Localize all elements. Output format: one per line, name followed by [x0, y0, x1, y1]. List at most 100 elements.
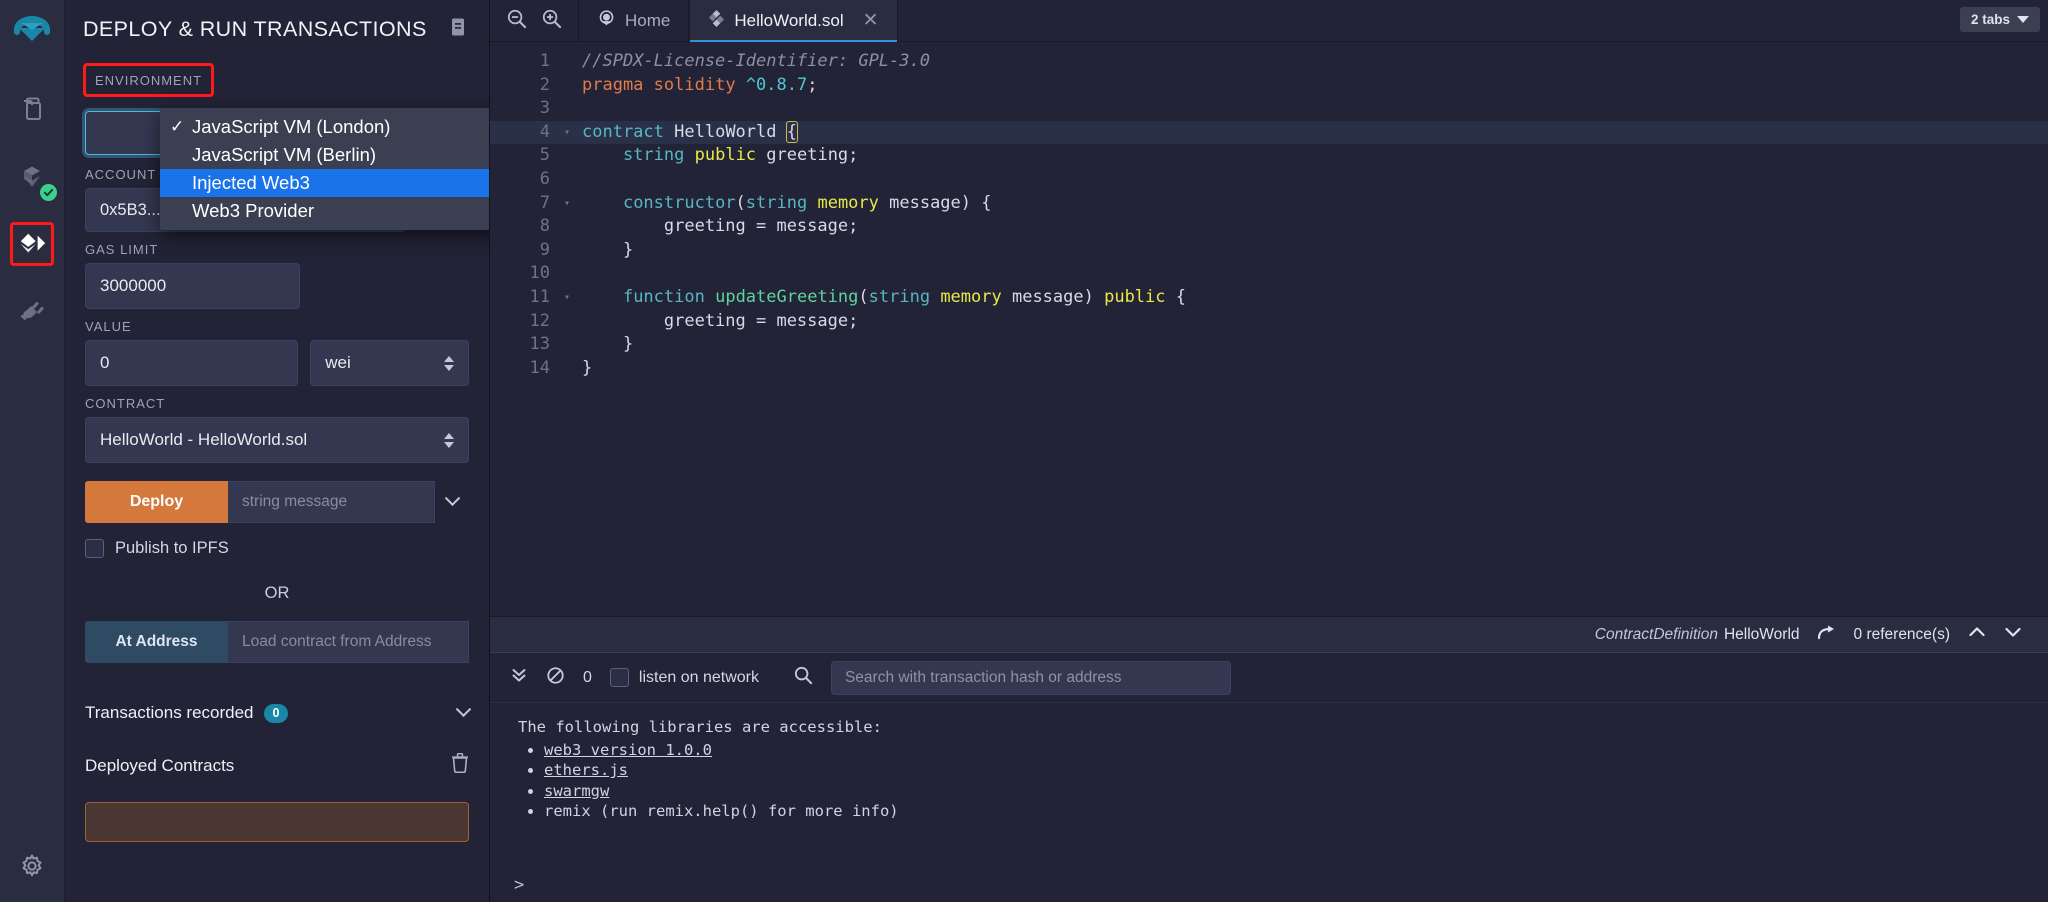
zoom-out-icon[interactable] — [506, 8, 527, 34]
terminal-library-link[interactable]: swarmgw — [544, 782, 609, 800]
env-option-2[interactable]: Injected Web3 — [160, 169, 489, 197]
sidebar-item-file-explorer[interactable] — [9, 86, 55, 132]
code-line: 3 — [490, 97, 2048, 121]
fold-arrow-icon[interactable]: ▾ — [558, 286, 576, 310]
code-line: 10 — [490, 262, 2048, 286]
sidebar-item-deploy-run[interactable] — [10, 222, 54, 266]
terminal-search-input[interactable]: Search with transaction hash or address — [830, 660, 1231, 695]
goto-reference-icon[interactable] — [1817, 624, 1836, 645]
terminal-output: The following libraries are accessible: … — [490, 703, 2048, 868]
chevron-up-icon[interactable] — [1968, 625, 1986, 644]
sidebar-item-settings[interactable] — [19, 853, 45, 884]
deploy-expand-button[interactable] — [435, 481, 469, 523]
code-text: string public greeting; — [622, 145, 859, 166]
compile-success-badge — [40, 184, 57, 201]
tabs-count-label: 2 tabs — [1970, 12, 2010, 27]
code-content: 1 //SPDX-License-Identifier: GPL-3.0 2 prag… — [490, 42, 2048, 380]
double-chevron-down-icon[interactable] — [510, 666, 528, 689]
main-area: Home HelloWorld.sol ✕ 2 tabs 1 //SPDX-Li… — [490, 0, 2048, 902]
publish-ipfs-label: Publish to IPFS — [115, 539, 229, 557]
tab-label: HelloWorld.sol — [734, 10, 844, 30]
at-address-button[interactable]: At Address — [85, 621, 228, 663]
zoom-in-icon[interactable] — [541, 8, 562, 34]
publish-ipfs-row[interactable]: Publish to IPFS — [85, 539, 469, 558]
terminal-panel: 0 listen on network Search with transact… — [490, 652, 2048, 902]
deploy-run-icon — [20, 233, 46, 253]
search-icon[interactable] — [793, 665, 813, 690]
value-unit-select[interactable]: wei — [310, 340, 469, 386]
line-number: 2 — [539, 74, 550, 95]
trash-icon[interactable] — [451, 752, 469, 778]
line-number: 14 — [529, 357, 550, 378]
remix-home-icon — [597, 9, 616, 33]
line-number: 6 — [539, 168, 550, 189]
listen-on-network-checkbox[interactable] — [609, 668, 629, 687]
gas-limit-label: GAS LIMIT — [85, 242, 159, 257]
environment-dropdown-menu[interactable]: ✓ JavaScript VM (London) JavaScript VM (… — [160, 108, 489, 230]
value-input[interactable]: 0 — [85, 340, 299, 386]
terminal-library-item[interactable]: swarmgw — [544, 781, 2048, 802]
tabs-count-badge[interactable]: 2 tabs — [1959, 7, 2040, 32]
reference-count: 0 reference(s) — [1853, 625, 1950, 643]
deploy-row: Deploy string message — [85, 481, 469, 523]
terminal-library-item[interactable]: ethers.js — [544, 760, 2048, 781]
env-option-0[interactable]: ✓ JavaScript VM (London) — [160, 113, 489, 141]
transactions-recorded-accordion[interactable]: Transactions recorded 0 — [85, 700, 472, 723]
document-icon[interactable] — [447, 16, 469, 43]
transactions-recorded-label: Transactions recorded — [85, 703, 254, 722]
stepper-icon — [444, 355, 454, 371]
deploy-run-panel: DEPLOY & RUN TRANSACTIONS ENVIRONMENT AC… — [65, 0, 490, 902]
value-amount: 0 — [100, 353, 110, 372]
line-number: 4 — [539, 121, 550, 142]
prompt-glyph: > — [514, 875, 525, 895]
terminal-prompt[interactable]: > — [490, 868, 2048, 902]
line-number: 5 — [539, 145, 550, 166]
code-text: function updateGreeting(string memory me… — [622, 286, 1186, 307]
chevron-down-icon[interactable] — [2004, 625, 2022, 644]
activity-icon-bar — [0, 0, 65, 902]
code-text: } — [582, 357, 593, 378]
deploy-arg-placeholder: string message — [242, 493, 348, 510]
contract-select[interactable]: HelloWorld - HelloWorld.sol — [85, 417, 469, 463]
line-number: 1 — [539, 51, 550, 71]
sidebar-item-solidity-compiler[interactable] — [9, 154, 57, 201]
terminal-library-item[interactable]: web3 version 1.0.0 — [544, 740, 2048, 761]
terminal-library-link[interactable]: web3 version 1.0.0 — [544, 741, 712, 759]
code-line: 7 ▾ constructor(string memory message) { — [490, 192, 2048, 216]
line-number: 10 — [529, 263, 550, 284]
at-address-input[interactable]: Load contract from Address — [228, 621, 469, 663]
publish-ipfs-checkbox[interactable] — [85, 539, 104, 558]
chevron-down-icon — [455, 700, 472, 717]
line-number: 3 — [539, 98, 550, 119]
tab-helloworld-sol[interactable]: HelloWorld.sol ✕ — [689, 0, 898, 42]
close-icon[interactable]: ✕ — [863, 11, 879, 30]
terminal-search-placeholder: Search with transaction hash or address — [844, 668, 1122, 686]
terminal-library-item: remix (run remix.help() for more info) — [544, 801, 2048, 822]
gas-limit-input[interactable]: 3000000 — [85, 263, 300, 309]
panel-header: DEPLOY & RUN TRANSACTIONS — [65, 0, 489, 53]
env-option-1[interactable]: JavaScript VM (Berlin) — [160, 141, 489, 169]
env-option-3[interactable]: Web3 Provider — [160, 197, 489, 225]
deploy-button[interactable]: Deploy — [85, 481, 228, 523]
deployed-contracts-header: Deployed Contracts — [85, 752, 469, 778]
ban-circle-icon[interactable] — [546, 666, 565, 690]
env-option-label: Web3 Provider — [192, 200, 315, 221]
terminal-library-link[interactable]: ethers.js — [544, 761, 628, 779]
fold-arrow-icon[interactable]: ▾ — [558, 192, 576, 216]
line-number: 11 — [529, 286, 550, 307]
code-text: contract HelloWorld { — [582, 120, 799, 143]
fold-arrow-icon[interactable]: ▾ — [558, 121, 576, 145]
gas-limit-value: 3000000 — [100, 276, 167, 295]
zoom-controls — [490, 0, 578, 41]
sidebar-item-plugin-manager[interactable] — [9, 288, 55, 334]
tab-home[interactable]: Home — [578, 0, 690, 41]
remix-logo[interactable] — [7, 8, 57, 58]
deployed-contracts-warning — [85, 802, 469, 842]
code-editor[interactable]: 1 //SPDX-License-Identifier: GPL-3.0 2 prag… — [490, 42, 2048, 616]
terminal-library-list: web3 version 1.0.0 ethers.js swarmgwremix … — [544, 740, 2048, 822]
file-explorer-icon — [24, 97, 41, 120]
listen-on-network-row[interactable]: listen on network — [609, 668, 759, 687]
deploy-arg-input[interactable]: string message — [228, 481, 435, 523]
